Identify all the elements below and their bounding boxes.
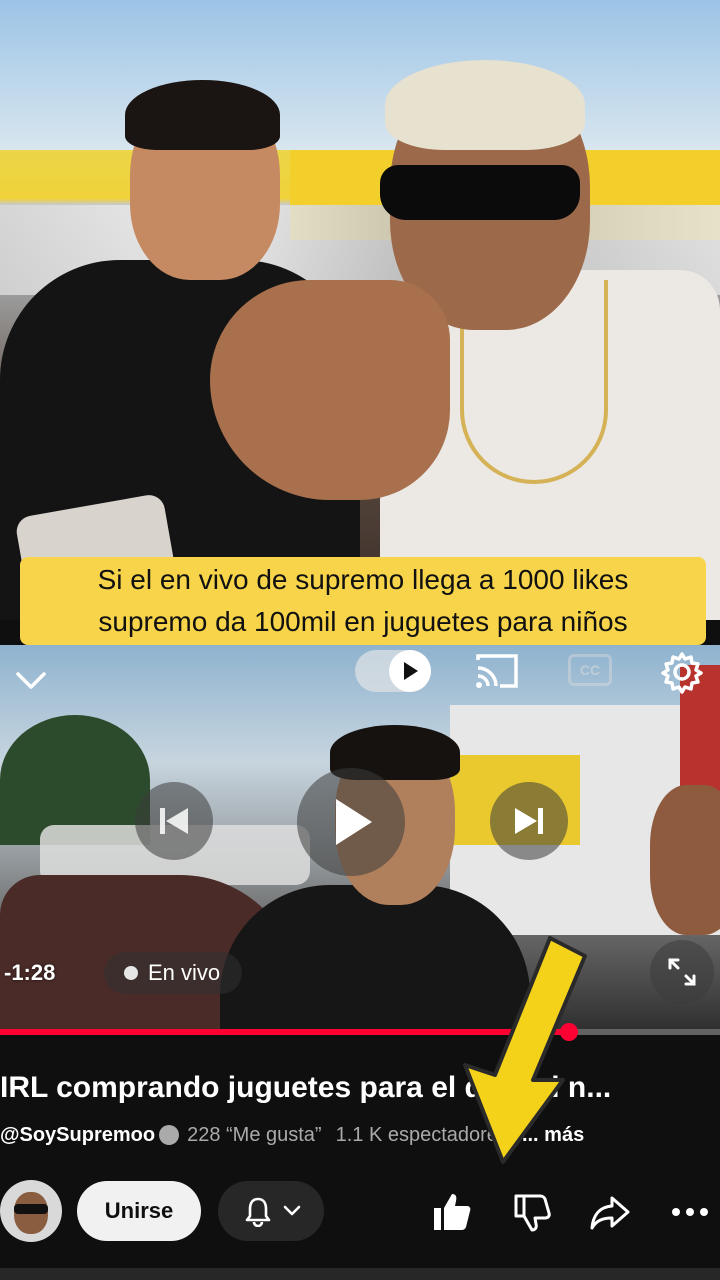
previous-button[interactable] [135,782,213,860]
play-icon [336,799,372,845]
likes-count: 228 “Me gusta” [187,1124,322,1146]
channel-handle[interactable]: @SoySupremoo [0,1124,155,1146]
verified-icon [159,1125,180,1145]
live-badge[interactable]: En vivo [104,952,243,994]
share-icon[interactable] [588,1190,632,1234]
fullscreen-button[interactable] [650,940,714,1004]
captions-cc-button[interactable]: CC [568,654,612,686]
live-dot-icon [124,966,138,980]
autoplay-toggle[interactable] [355,650,431,692]
next-button[interactable] [490,782,568,860]
cast-icon[interactable] [474,652,520,690]
top-video-frame [0,0,720,620]
caption-line-2: supremo da 100mil en juguetes para niños [98,606,628,637]
join-button[interactable]: Unirse [77,1181,201,1241]
skip-previous-icon [160,808,188,834]
notifications-button[interactable] [218,1181,324,1241]
play-button[interactable] [297,768,405,876]
autoplay-play-icon [389,650,431,692]
action-row: Unirse [0,1178,720,1248]
skip-next-icon [515,808,543,834]
video-meta[interactable]: @SoySupremoo 228 “Me gusta” 1.1 K espectad… [0,1120,720,1150]
caption-line-1: Si el en vivo de supremo llega a 1000 li… [97,564,629,595]
remaining-time: -1:28 [4,960,56,985]
live-label: En vivo [148,960,221,985]
more-options-icon[interactable] [668,1190,712,1234]
video-title[interactable]: IRL comprando juguetes para el día del n… [0,1066,720,1110]
gear-icon[interactable] [660,650,704,694]
chevron-down-icon [283,1205,301,1216]
dislike-icon[interactable] [510,1190,554,1234]
bell-icon [245,1197,271,1227]
progress-bar[interactable] [0,1023,720,1041]
minimize-chevron-icon[interactable] [14,665,48,695]
yellow-arrow-icon [463,936,587,1164]
bottom-bar [0,1268,720,1280]
channel-avatar[interactable] [0,1180,62,1242]
caption-overlay: Si el en vivo de supremo llega a 1000 li… [20,557,706,645]
like-icon[interactable] [430,1190,474,1234]
expand-icon [668,958,696,986]
